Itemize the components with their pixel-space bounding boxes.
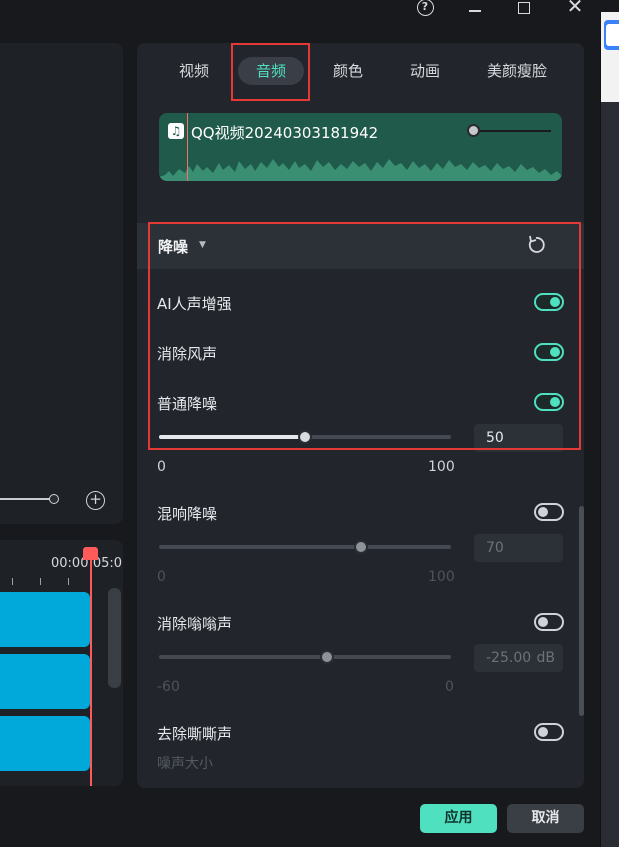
tab-animation[interactable]: 动画	[398, 57, 452, 85]
hiss-removal-label: 去除嘶嘶声	[157, 725, 233, 743]
hum-removal-min: -60	[157, 679, 180, 695]
panel-scrollbar[interactable]	[579, 506, 584, 716]
apply-button[interactable]: 应用	[420, 804, 497, 833]
reverb-denoise-slider[interactable]	[159, 545, 451, 549]
hum-removal-slider[interactable]	[159, 655, 451, 659]
reverb-denoise-toggle[interactable]	[534, 503, 564, 521]
hum-removal-unit: dB	[536, 650, 556, 666]
hum-removal-value-input[interactable]: -25.00 dB	[474, 644, 563, 672]
hum-removal-slider-handle[interactable]	[320, 650, 334, 664]
background-window	[600, 12, 619, 847]
noise-level-label: 噪声大小	[157, 756, 213, 772]
timeline-scrollbar[interactable]	[108, 588, 121, 688]
reverb-denoise-value-input[interactable]: 70	[474, 534, 563, 562]
timeline-clip[interactable]	[0, 592, 90, 647]
cancel-button[interactable]: 取消	[507, 804, 584, 833]
waveform-graphic	[159, 159, 562, 181]
property-tabs: 视频 音频 颜色 动画 美颜瘦脸	[137, 43, 584, 101]
tab-video[interactable]: 视频	[167, 57, 221, 85]
timeline-clip[interactable]	[0, 654, 90, 709]
clip-playhead-marker	[187, 113, 188, 181]
timeline-clip[interactable]	[0, 716, 90, 771]
music-icon: ♫	[168, 123, 184, 139]
close-icon[interactable]: ✕	[560, 0, 590, 16]
playhead[interactable]	[90, 552, 92, 786]
normal-denoise-min: 0	[157, 459, 166, 475]
timeline-tick	[40, 578, 41, 585]
maximize-icon[interactable]	[509, 0, 539, 18]
reverb-denoise-slider-handle[interactable]	[354, 540, 368, 554]
preview-zoom-slider[interactable]	[0, 498, 55, 500]
help-icon[interactable]: ?	[410, 0, 440, 16]
playhead-handle[interactable]	[83, 547, 98, 560]
reverb-denoise-max: 100	[428, 569, 455, 585]
tab-color[interactable]: 颜色	[321, 57, 375, 85]
audio-tab-highlight	[231, 43, 310, 101]
hiss-removal-toggle[interactable]	[534, 723, 564, 741]
hum-removal-label: 消除嗡嗡声	[157, 615, 233, 633]
reverb-denoise-min: 0	[157, 569, 166, 585]
clip-volume-slider[interactable]	[473, 130, 551, 132]
background-app-icon-inner	[606, 24, 619, 46]
normal-denoise-max: 100	[428, 459, 455, 475]
audio-clip-name: QQ视频20240303181942	[191, 124, 379, 142]
preview-zoom-slider-handle[interactable]	[49, 494, 59, 504]
timeline-tick	[68, 578, 69, 585]
hum-removal-toggle[interactable]	[534, 613, 564, 631]
denoise-highlight-box	[148, 222, 581, 450]
video-preview	[0, 43, 123, 524]
timeline-tick	[12, 578, 13, 585]
tab-beauty[interactable]: 美颜瘦脸	[477, 57, 557, 85]
reverb-denoise-label: 混响降噪	[157, 505, 218, 523]
timeline[interactable]: 00:00:05:0	[0, 540, 123, 786]
hum-removal-max: 0	[445, 679, 454, 695]
zoom-in-icon[interactable]: +	[86, 491, 105, 510]
minimize-icon[interactable]	[460, 0, 490, 18]
audio-clip-waveform[interactable]: ♫ QQ视频20240303181942	[159, 113, 562, 181]
hum-removal-value: -25.00	[486, 650, 532, 666]
clip-volume-handle[interactable]	[467, 124, 480, 137]
